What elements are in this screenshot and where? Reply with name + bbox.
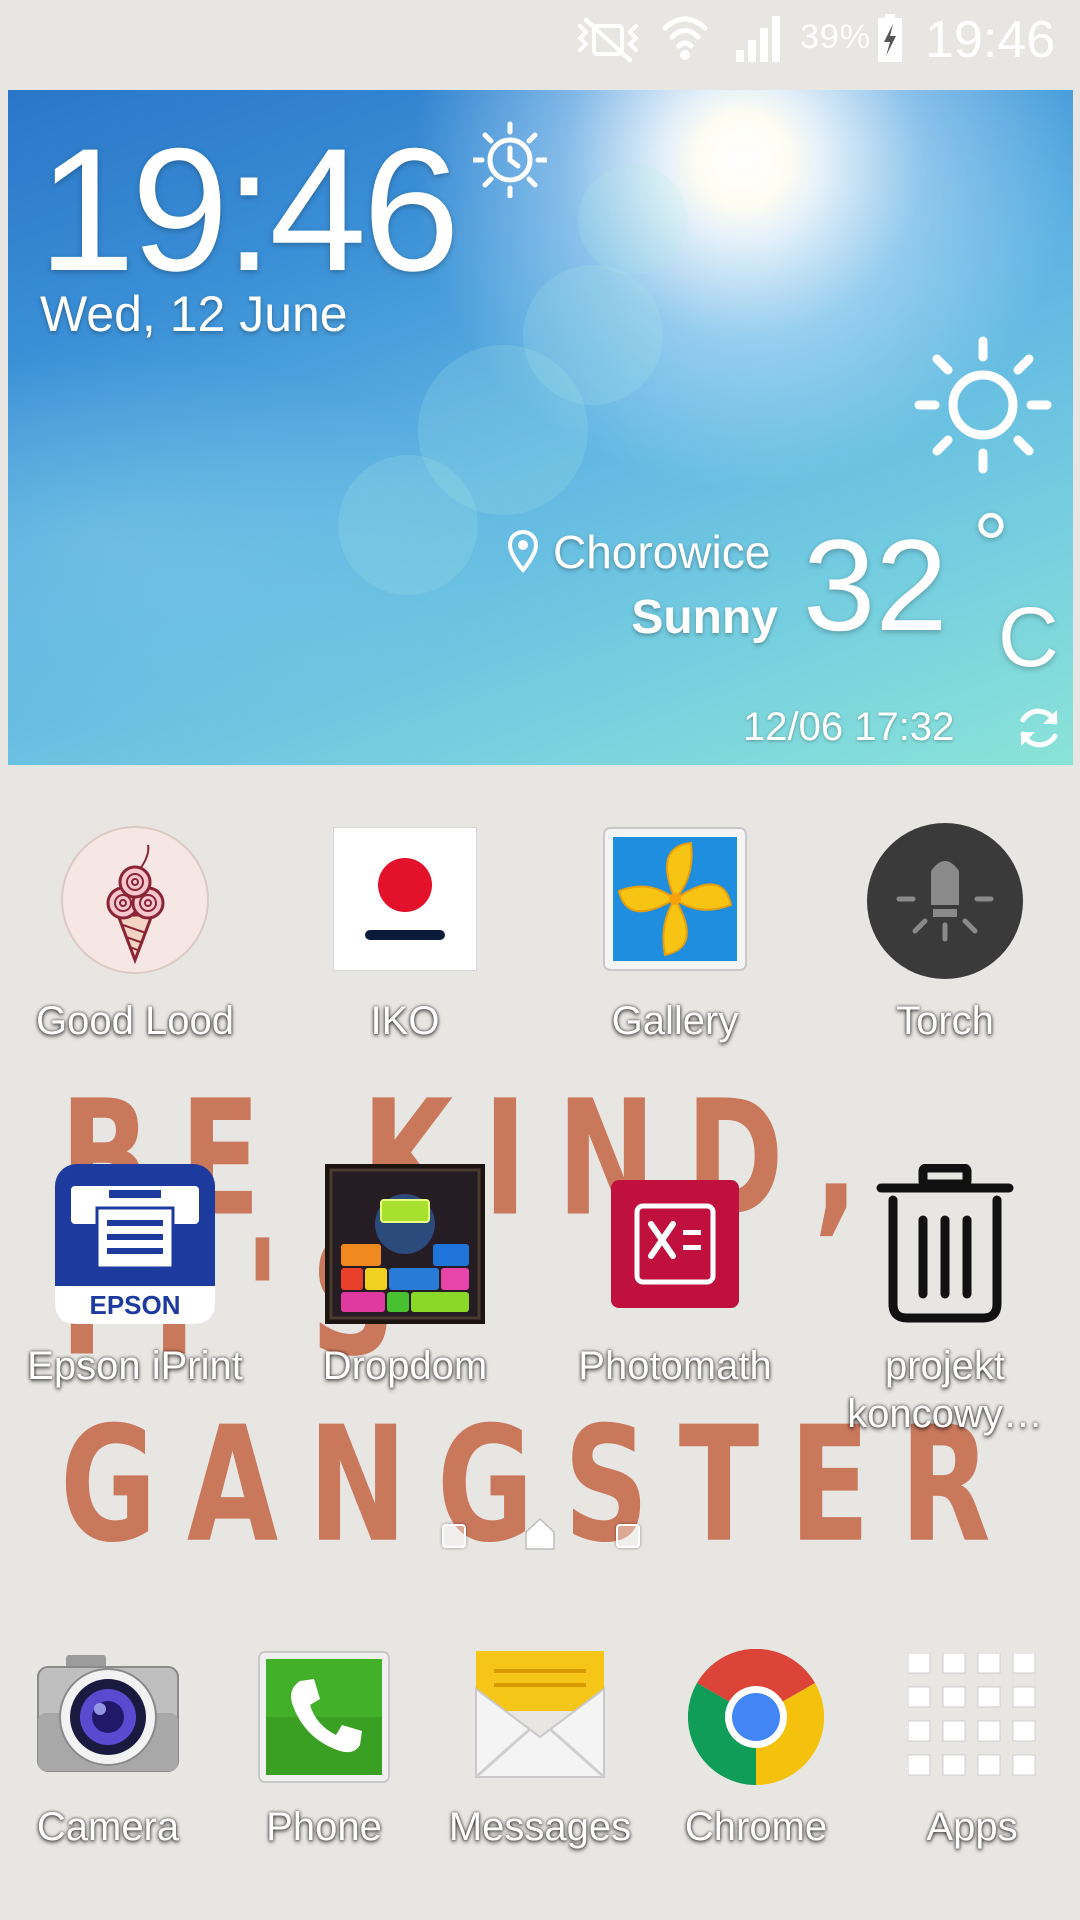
app-label: Gallery [611,999,739,1043]
dock-label: Camera [36,1805,180,1849]
app-label: projekt koncowy… [847,1344,1043,1436]
battery-charging-icon [878,14,902,62]
refresh-icon[interactable] [1013,702,1065,754]
widget-date[interactable]: Wed, 12 June [40,285,348,343]
app-iko[interactable]: IKO [270,815,540,1055]
svg-text:EPSON: EPSON [89,1290,180,1320]
page-indicator-dot[interactable] [442,1524,466,1548]
app-dropdom[interactable]: Dropdom [270,1160,540,1440]
home-page-indicator-icon[interactable] [522,1516,558,1552]
status-clock: 19:46 [925,11,1056,69]
dock-label: Phone [266,1805,382,1849]
alarm-icon [473,121,547,198]
app-label: Dropdom [322,1344,488,1388]
app-label: IKO [370,999,440,1043]
dock-apps[interactable]: Apps [864,1645,1080,1865]
wifi-icon [662,16,708,60]
dock-phone[interactable]: Phone [216,1645,432,1865]
weather-location[interactable]: Chorowice [553,525,770,579]
app-label: Photomath [578,1344,772,1388]
signal-icon [736,16,780,62]
app-gallery[interactable]: Gallery [540,815,810,1055]
weather-temperature: 32 [803,512,948,658]
epson-printer-icon: EPSON [55,1164,215,1324]
temperature-unit: C [998,590,1059,684]
dock-label: Apps [926,1805,1018,1849]
torch-bulb-icon [867,823,1023,979]
app-good-lood[interactable]: Good Lood [0,815,270,1055]
app-projekt-koncowy[interactable]: projekt koncowy… [810,1160,1080,1440]
app-torch[interactable]: Torch [810,815,1080,1055]
page-indicator-dot[interactable] [616,1524,640,1548]
app-label: Torch [896,999,994,1043]
sun-icon[interactable] [913,335,1053,475]
location-pin-icon [508,530,538,574]
iko-icon [333,827,477,971]
dock-camera[interactable]: Camera [0,1645,216,1865]
weather-condition: Sunny [631,591,778,644]
chrome-icon [688,1649,824,1785]
dropdom-blocks-icon [325,1164,485,1324]
status-bar[interactable]: 39% 19:46 [0,0,1080,80]
app-label: Epson iPrint [27,1344,243,1388]
weather-updated-time: 12/06 17:32 [743,705,955,749]
dock-chrome[interactable]: Chrome [648,1645,864,1865]
dock-label: Messages [448,1805,632,1849]
trash-can-icon [876,1164,1014,1323]
dock-messages[interactable]: Messages [432,1645,648,1865]
app-photomath[interactable]: Photomath [540,1160,810,1440]
envelope-icon [475,1651,605,1779]
degree-symbol: ° [973,496,1009,596]
battery-percent: 39% [800,18,872,56]
gallery-flower-icon [603,827,747,971]
ice-cream-icon [61,826,209,974]
app-epson-iprint[interactable]: EPSON Epson iPrint [0,1160,270,1440]
lens-flare [578,165,688,275]
app-label: Good Lood [36,999,234,1043]
clock-weather-widget[interactable]: 19:46 Wed, 12 June Chorowice Sunny 32 ° … [8,90,1073,765]
apps-grid-icon [908,1653,1036,1776]
mute-vibrate-icon [577,18,639,62]
phone-icon [258,1651,390,1783]
photomath-icon [611,1180,739,1308]
widget-clock[interactable]: 19:46 [38,110,460,311]
dock-label: Chrome [684,1805,828,1849]
camera-icon [37,1655,179,1772]
lens-flare [338,455,478,595]
